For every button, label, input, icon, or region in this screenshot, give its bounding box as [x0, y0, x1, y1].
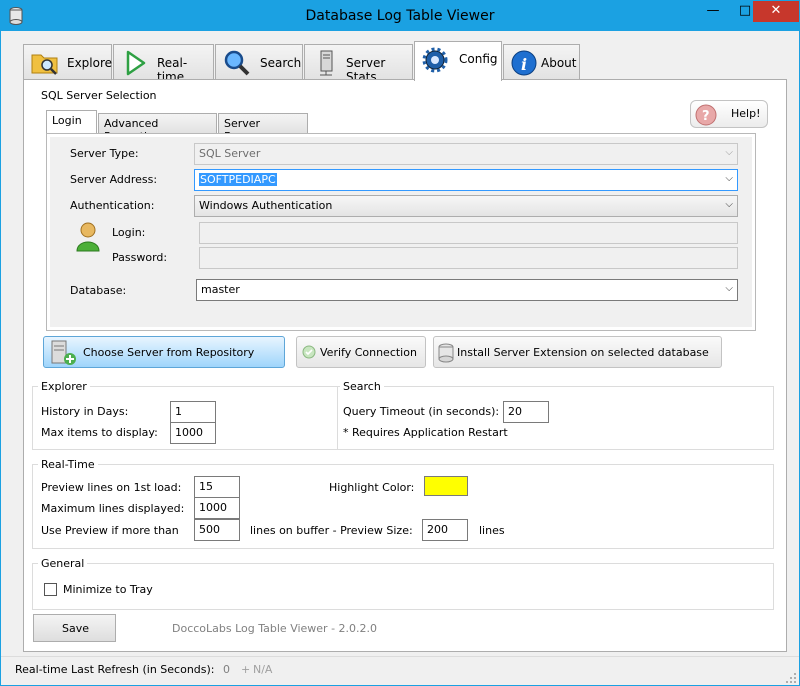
- query-timeout-input[interactable]: 20: [503, 401, 549, 423]
- status-separator-icon: +: [241, 663, 251, 676]
- group-title: General: [38, 557, 88, 570]
- refresh-value: 0: [223, 663, 230, 676]
- save-button[interactable]: Save: [33, 614, 116, 642]
- help-icon: ?: [695, 104, 717, 126]
- minimize-to-tray-checkbox[interactable]: [44, 583, 57, 596]
- tab-label: Search: [260, 56, 302, 70]
- window-title: Database Log Table Viewer: [305, 8, 495, 24]
- app-window: Database Log Table Viewer — □ ✕ Explore …: [0, 0, 800, 686]
- login-tab-panel: Server Type: SQL Server ⌵ Server Address:…: [46, 133, 756, 331]
- magnifier-icon: [224, 50, 250, 76]
- tab-label: Explore: [67, 56, 113, 70]
- password-field: [199, 247, 738, 269]
- database-icon: [438, 343, 454, 363]
- svg-text:?: ?: [702, 109, 710, 124]
- refresh-status: N/A: [253, 663, 273, 676]
- info-icon: i: [511, 50, 537, 76]
- help-button[interactable]: ? Help!: [690, 100, 768, 128]
- tab-label: Config: [459, 52, 498, 66]
- resize-grip-icon[interactable]: [785, 672, 797, 684]
- tab-label: About: [541, 56, 577, 70]
- svg-text:i: i: [521, 55, 527, 74]
- preview-lines-input[interactable]: 15: [194, 476, 240, 498]
- minimize-button[interactable]: —: [699, 1, 727, 22]
- restart-note: * Requires Application Restart: [343, 426, 508, 439]
- authentication-select[interactable]: Windows Authentication ⌵: [194, 195, 738, 217]
- preview-size-input[interactable]: 200: [422, 519, 468, 541]
- folder-search-icon: [31, 54, 58, 75]
- close-button[interactable]: ✕: [753, 1, 799, 22]
- config-panel: SQL Server Selection ? Help! Login Advan…: [23, 79, 787, 652]
- version-label: DoccoLabs Log Table Viewer - 2.0.2.0: [172, 622, 378, 635]
- verify-connection-button[interactable]: Verify Connection: [296, 336, 426, 368]
- server-address-combobox[interactable]: SOFTPEDIAPC ⌵: [194, 169, 738, 191]
- max-items-input[interactable]: 1000: [170, 422, 216, 444]
- tab-config[interactable]: Config: [414, 41, 502, 81]
- tab-login[interactable]: Login: [46, 110, 97, 133]
- tab-about[interactable]: i About: [503, 44, 580, 80]
- search-group: Search Query Timeout (in seconds): 20 * …: [337, 380, 774, 450]
- login-field: [199, 222, 738, 244]
- group-title: SQL Server Selection: [38, 89, 160, 102]
- use-preview-threshold-input[interactable]: 500: [194, 519, 240, 541]
- check-icon: [302, 345, 316, 359]
- server-type-select: SQL Server ⌵: [194, 143, 738, 165]
- tab-advanced-properties[interactable]: Advanced Properties: [98, 113, 217, 143]
- gear-icon: [422, 47, 448, 73]
- tab-server-stats[interactable]: Server Stats: [304, 44, 413, 84]
- server-add-icon: [51, 340, 76, 365]
- database-combobox[interactable]: master ⌵: [196, 279, 738, 301]
- install-extension-button[interactable]: Install Server Extension on selected dat…: [433, 336, 722, 368]
- play-icon: [126, 50, 146, 76]
- tab-search[interactable]: Search: [215, 44, 303, 80]
- history-days-input[interactable]: 1: [170, 401, 216, 423]
- tab-real-time[interactable]: Real-time: [113, 44, 214, 84]
- explorer-group: Explorer History in Days: 1 Max items to…: [32, 380, 338, 450]
- chevron-down-icon[interactable]: ⌵: [725, 283, 733, 294]
- login-form: Server Type: SQL Server ⌵ Server Address:…: [50, 137, 752, 327]
- tab-explore[interactable]: Explore: [23, 44, 112, 80]
- group-title: Real-Time: [38, 458, 98, 471]
- status-bar: Real-time Last Refresh (in Seconds): 0 +…: [1, 656, 799, 685]
- max-lines-input[interactable]: 1000: [194, 497, 240, 519]
- general-group: General Minimize to Tray: [32, 557, 774, 610]
- real-time-group: Real-Time Preview lines on 1st load: 15 …: [32, 458, 774, 549]
- chevron-down-icon: ⌵: [725, 147, 733, 158]
- title-bar: Database Log Table Viewer — □ ✕: [1, 1, 799, 31]
- choose-server-button[interactable]: Choose Server from Repository: [43, 336, 285, 368]
- user-icon: [76, 222, 100, 252]
- chevron-down-icon[interactable]: ⌵: [725, 173, 733, 184]
- server-icon: [320, 50, 333, 76]
- group-title: Explorer: [38, 380, 90, 393]
- group-title: Search: [340, 380, 384, 393]
- highlight-color-swatch[interactable]: [424, 476, 468, 496]
- tab-server-browser[interactable]: Server Browser: [218, 113, 308, 143]
- chevron-down-icon[interactable]: ⌵: [725, 199, 733, 210]
